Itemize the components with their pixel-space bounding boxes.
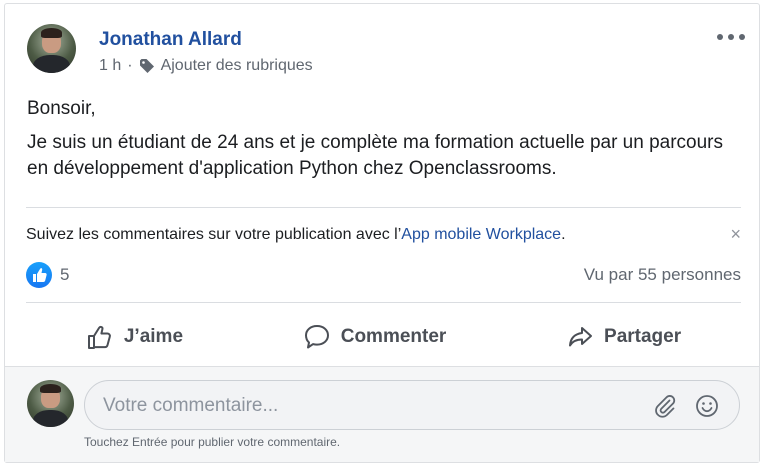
workplace-app-link[interactable]: App mobile Workplace <box>401 226 561 243</box>
notice-text: Suivez les commentaires sur votre public… <box>26 226 402 243</box>
divider <box>26 207 741 208</box>
like-button[interactable]: J’aime <box>86 323 183 351</box>
notice-suffix: . <box>561 226 566 243</box>
comment-hint: Touchez Entrée pour publier votre commen… <box>84 435 341 449</box>
thumbs-up-outline-icon <box>87 325 111 349</box>
speech-bubble-icon <box>304 325 329 349</box>
add-tags-link[interactable]: Ajouter des rubriques <box>161 57 313 75</box>
mobile-app-notice: Suivez les commentaires sur votre public… <box>26 226 566 244</box>
post-card: Jonathan Allard 1 h · Ajouter des rubriq… <box>4 3 760 463</box>
comment-input[interactable] <box>103 393 623 419</box>
smiley-icon[interactable] <box>695 394 719 418</box>
share-button[interactable]: Partager <box>566 323 681 351</box>
comment-button[interactable]: Commenter <box>303 323 447 351</box>
comment-box[interactable] <box>84 380 740 430</box>
like-count[interactable]: 5 <box>60 265 69 285</box>
post-time[interactable]: 1 h <box>99 57 121 75</box>
close-icon[interactable]: × <box>730 224 741 245</box>
comment-composer: Touchez Entrée pour publier votre commen… <box>5 366 759 462</box>
share-label: Partager <box>604 326 682 347</box>
more-options-icon[interactable] <box>717 30 745 44</box>
comment-label: Commenter <box>340 326 447 347</box>
divider <box>26 302 741 303</box>
action-bar: J’aime Commenter Partager <box>26 314 741 360</box>
share-arrow-icon <box>569 327 593 347</box>
tag-icon[interactable] <box>139 58 155 74</box>
paperclip-icon[interactable] <box>653 394 677 418</box>
post-body: Bonsoir, Je suis un étudiant de 24 ans e… <box>27 96 737 190</box>
post-body-message: Je suis un étudiant de 24 ans et je comp… <box>27 132 724 179</box>
meta-separator: · <box>127 57 133 74</box>
author-name[interactable]: Jonathan Allard <box>99 29 242 51</box>
post-body-greeting: Bonsoir, <box>27 98 96 119</box>
commenter-avatar <box>27 380 74 427</box>
author-avatar[interactable] <box>27 24 76 73</box>
thumbs-up-icon[interactable] <box>26 262 52 288</box>
post-stats: 5 Vu par 55 personnes <box>26 260 741 290</box>
view-count[interactable]: Vu par 55 personnes <box>584 265 741 285</box>
like-label: J’aime <box>123 326 184 347</box>
post-meta: 1 h · Ajouter des rubriques <box>99 57 313 75</box>
